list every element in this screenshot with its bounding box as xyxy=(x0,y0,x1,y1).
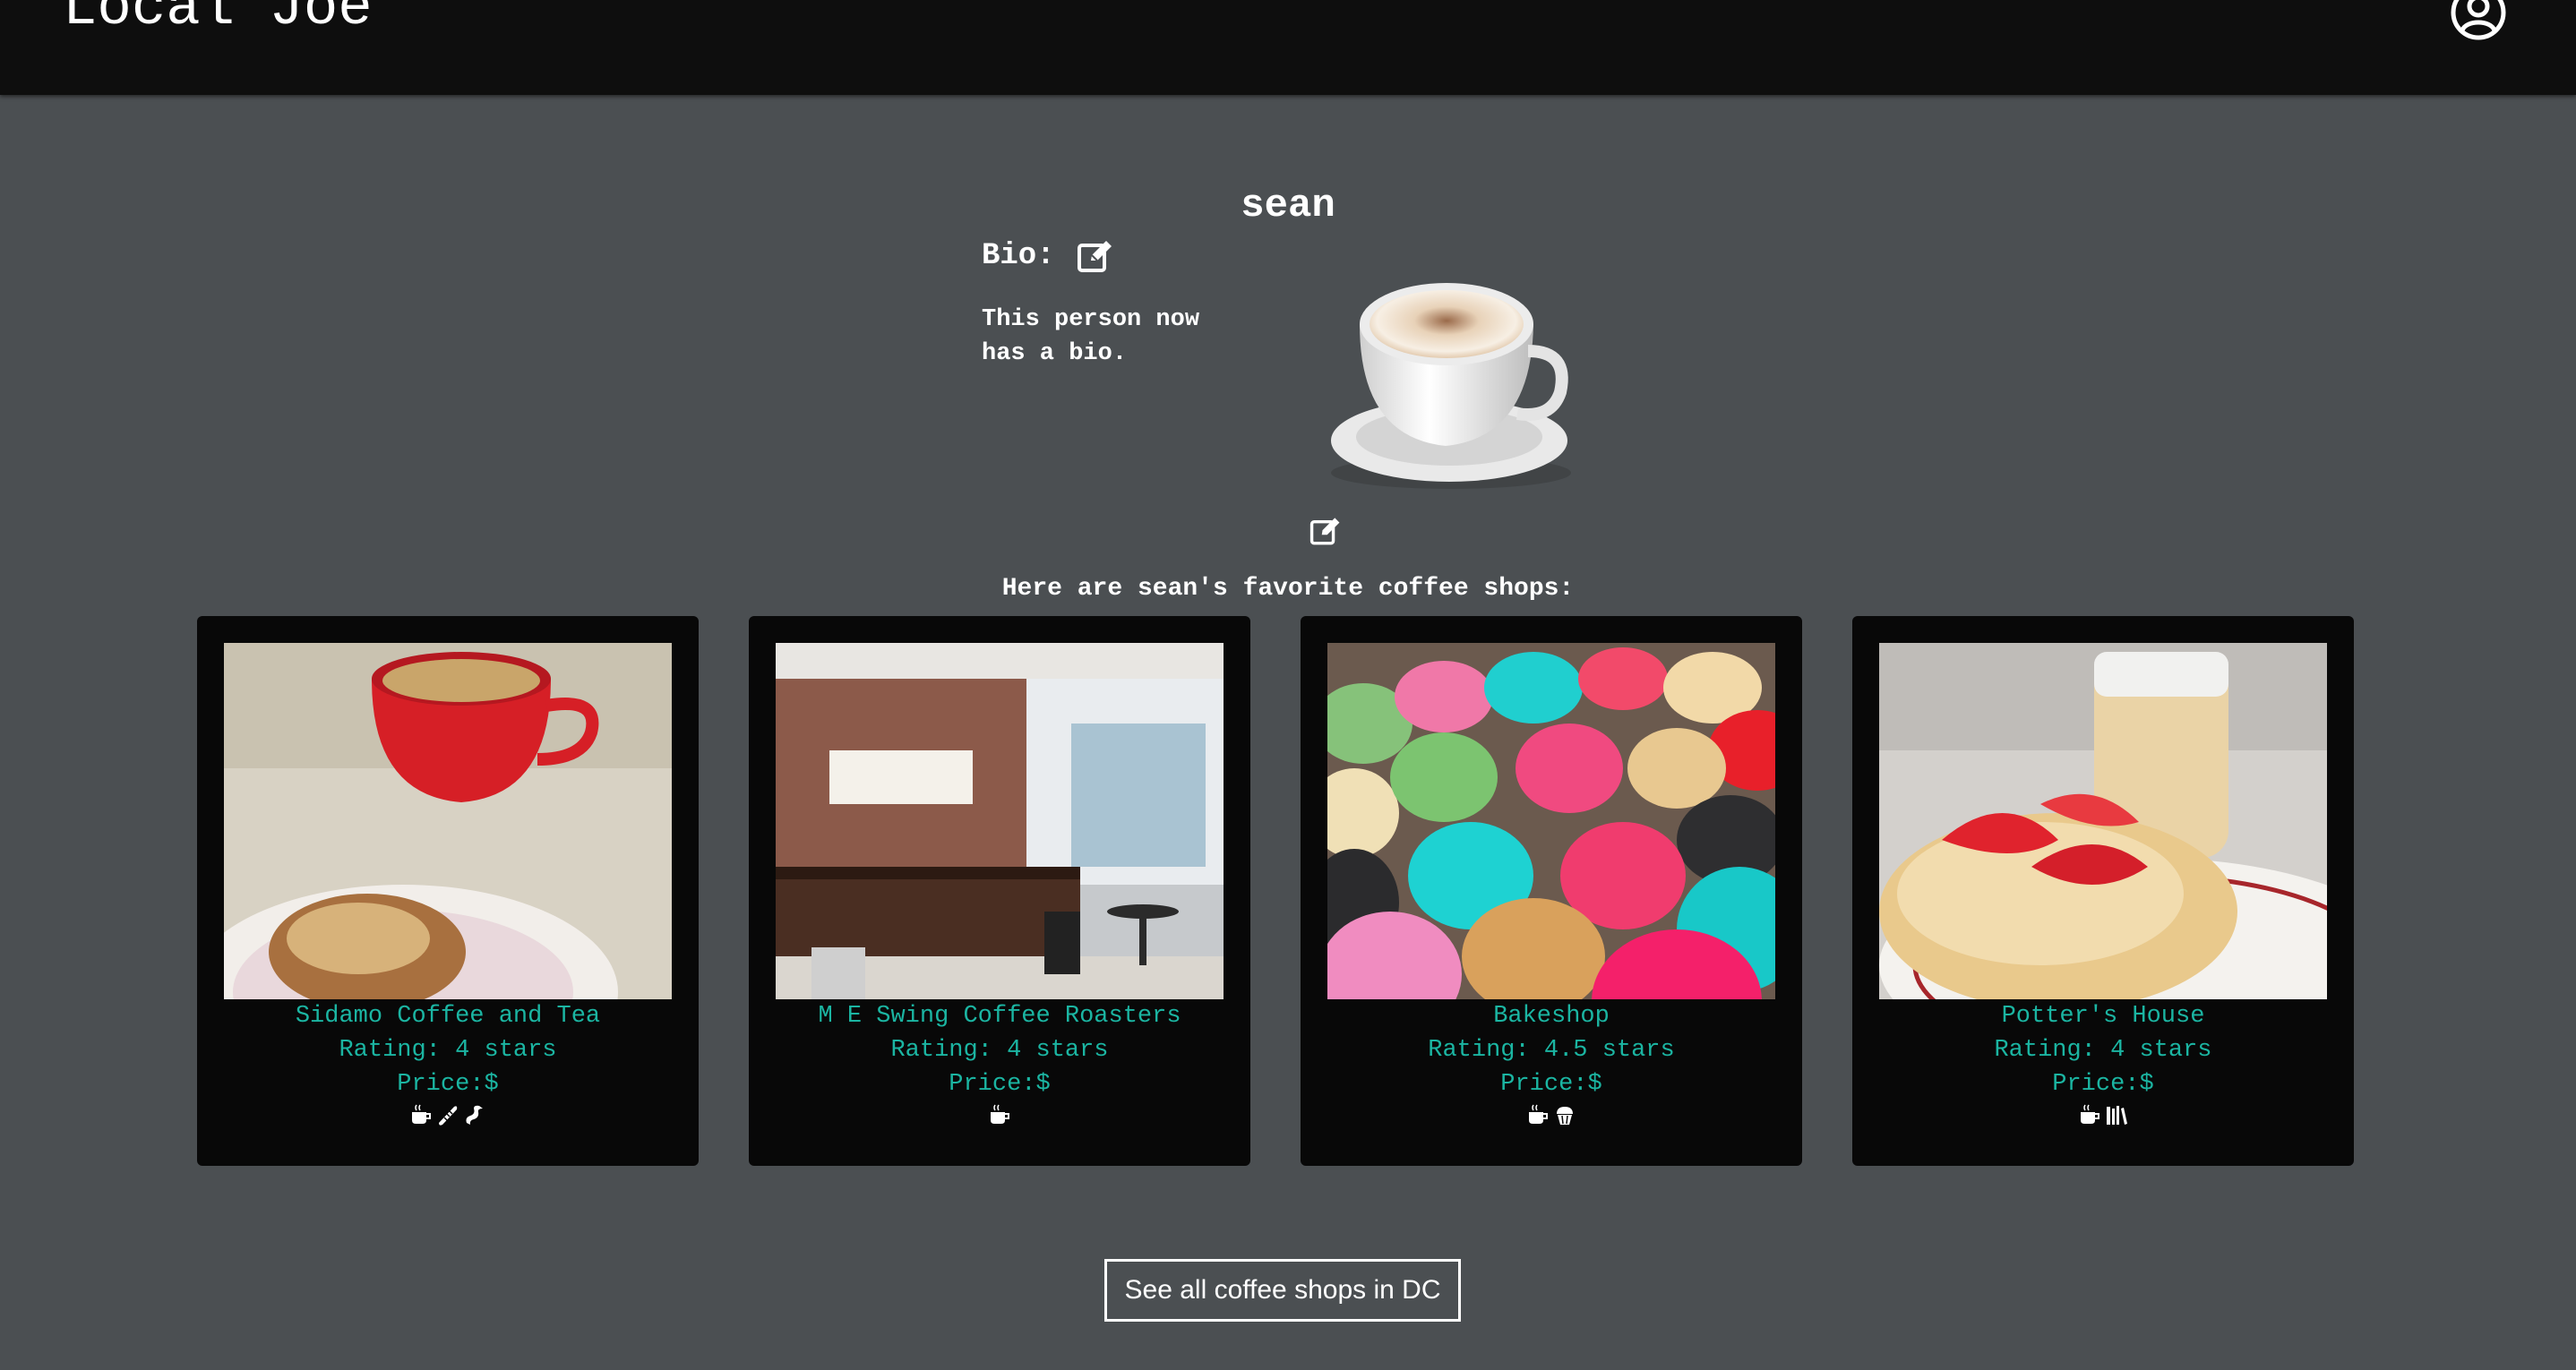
shop-image[interactable] xyxy=(1879,643,2327,999)
favorites-heading: Here are sean's favorite coffee shops: xyxy=(1001,575,1575,603)
bio-header: Bio: xyxy=(982,236,1114,276)
shop-name[interactable]: M E Swing Coffee Roasters xyxy=(749,999,1250,1033)
coffee-icon xyxy=(412,1104,431,1124)
shop-rating: Rating: 4.5 stars xyxy=(1428,1037,1675,1064)
shop-image[interactable] xyxy=(776,643,1224,999)
books-icon xyxy=(2107,1106,2127,1125)
shop-price: Price:$ xyxy=(1500,1071,1602,1098)
shop-rating: Rating: 4 stars xyxy=(1994,1037,2212,1064)
shop-rating: Rating: 4 stars xyxy=(890,1037,1109,1064)
amenity-icons xyxy=(749,1103,1250,1126)
shop-price: Price:$ xyxy=(397,1071,499,1098)
edit-icon[interactable] xyxy=(1077,239,1114,273)
shop-image[interactable] xyxy=(224,643,672,999)
shop-price: Price:$ xyxy=(2052,1071,2154,1098)
user-circle-icon[interactable] xyxy=(2450,0,2507,41)
coffee-icon xyxy=(2081,1104,2099,1124)
shop-name[interactable]: Sidamo Coffee and Tea xyxy=(197,999,699,1033)
amenity-icons xyxy=(1852,1103,2354,1126)
shop-name[interactable]: Potter's House xyxy=(1852,999,2354,1033)
coffee-icon xyxy=(991,1104,1009,1124)
shop-card[interactable]: Potter's House Rating: 4 stars Price:$ xyxy=(1852,616,2354,1166)
coffee-icon xyxy=(1529,1104,1548,1124)
bio-text: This person now has a bio. xyxy=(982,306,1200,367)
shop-rating: Rating: 4 stars xyxy=(339,1037,557,1064)
baguette-icon xyxy=(439,1106,458,1126)
amenity-icons xyxy=(1301,1103,1802,1126)
shop-card[interactable]: Sidamo Coffee and Tea Rating: 4 stars Pr… xyxy=(197,616,699,1166)
cupcake-icon xyxy=(1557,1107,1573,1125)
profile-username: sean xyxy=(1241,184,1335,228)
shop-name[interactable]: Bakeshop xyxy=(1301,999,1802,1033)
bio-label: Bio: xyxy=(982,239,1055,273)
avatar xyxy=(1331,283,1571,489)
edit-icon[interactable] xyxy=(1309,516,1342,546)
brand-title[interactable]: Local Joe xyxy=(63,0,373,45)
amenity-icons xyxy=(197,1103,699,1126)
see-all-shops-button[interactable]: See all coffee shops in DC xyxy=(1104,1259,1461,1322)
shop-card[interactable]: Bakeshop Rating: 4.5 stars Price:$ xyxy=(1301,616,1802,1166)
shop-card[interactable]: M E Swing Coffee Roasters Rating: 4 star… xyxy=(749,616,1250,1166)
bacon-icon xyxy=(466,1105,483,1125)
shop-price: Price:$ xyxy=(949,1071,1051,1098)
navbar: Local Joe xyxy=(0,0,2576,95)
shop-image[interactable] xyxy=(1327,643,1775,999)
